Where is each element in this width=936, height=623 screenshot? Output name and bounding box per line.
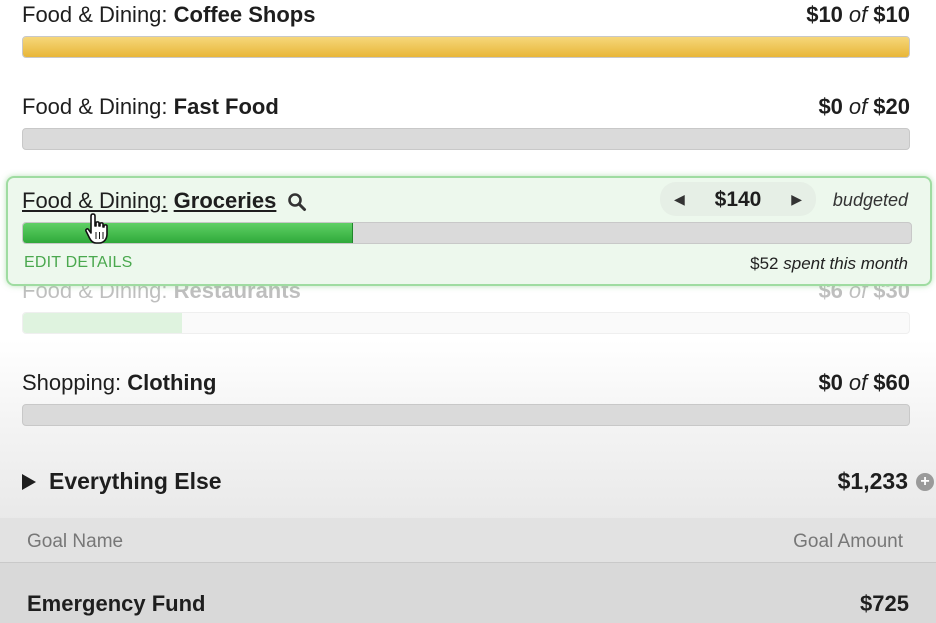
category-group: Food & Dining: bbox=[22, 94, 168, 119]
category-name[interactable]: Groceries bbox=[174, 188, 277, 213]
budget-amount: $0 of $60 bbox=[818, 370, 910, 396]
section-title[interactable]: Everything Else bbox=[49, 468, 222, 495]
category-group: Food & Dining: bbox=[22, 2, 168, 27]
budget-stepper[interactable]: ◀ $140 ▶ bbox=[660, 182, 816, 216]
everything-else-section[interactable]: Everything Else $1,233 + bbox=[22, 468, 936, 498]
budget-item-clothing[interactable]: Shopping: Clothing $0 of $60 bbox=[22, 368, 910, 428]
category-name: Fast Food bbox=[173, 94, 279, 119]
budget-item-fast-food[interactable]: Food & Dining: Fast Food $0 of $20 bbox=[22, 92, 910, 152]
category-name: Coffee Shops bbox=[173, 2, 316, 27]
spent-this-month: $52 spent this month bbox=[750, 254, 908, 274]
progress-bar bbox=[22, 312, 910, 334]
progress-fill bbox=[23, 37, 909, 57]
plus-circle-icon[interactable]: + bbox=[916, 473, 934, 491]
increase-arrow-icon[interactable]: ▶ bbox=[791, 191, 802, 208]
table-row[interactable]: Emergency Fund $725 bbox=[0, 563, 936, 623]
progress-bar bbox=[22, 222, 912, 244]
progress-fill bbox=[23, 223, 353, 243]
goal-amount: $725 bbox=[860, 591, 909, 616]
goal-name: Emergency Fund bbox=[27, 591, 206, 616]
category-name: Clothing bbox=[127, 370, 217, 395]
of-label: of bbox=[848, 370, 868, 395]
spent-value: $0 bbox=[818, 370, 843, 395]
spent-value: $0 bbox=[818, 94, 843, 119]
spent-value: $10 bbox=[806, 2, 843, 27]
category-group: Shopping: bbox=[22, 370, 122, 395]
budget-item-label: Food & Dining: Fast Food bbox=[22, 94, 279, 120]
column-header-goal-name[interactable]: Goal Name bbox=[27, 531, 123, 553]
budget-item-label: Shopping: Clothing bbox=[22, 370, 216, 396]
category-group[interactable]: Food & Dining: bbox=[22, 188, 168, 213]
of-label: of bbox=[848, 94, 868, 119]
progress-fill bbox=[23, 313, 183, 333]
spent-amount: $52 bbox=[750, 254, 779, 273]
goals-table-header: Goal Name Goal Amount bbox=[0, 518, 936, 563]
budgeted-label: budgeted bbox=[832, 190, 908, 210]
budget-value: $10 bbox=[873, 2, 910, 27]
expand-triangle-icon[interactable] bbox=[22, 474, 36, 490]
budget-value: $20 bbox=[873, 94, 910, 119]
progress-bar bbox=[22, 36, 910, 58]
magnifier-icon[interactable] bbox=[287, 192, 307, 212]
budget-item-coffee-shops[interactable]: Food & Dining: Coffee Shops $10 of $10 bbox=[22, 0, 910, 60]
edit-details-link[interactable]: EDIT DETAILS bbox=[24, 254, 133, 272]
budget-item-label: Food & Dining: Coffee Shops bbox=[22, 2, 315, 28]
column-header-goal-amount[interactable]: Goal Amount bbox=[793, 531, 903, 553]
hand-cursor-icon bbox=[85, 213, 108, 244]
budget-item-label[interactable]: Food & Dining: Groceries bbox=[22, 188, 307, 214]
budget-amount: $10 of $10 bbox=[806, 2, 910, 28]
spent-label: spent this month bbox=[783, 254, 908, 273]
budget-amount: $0 of $20 bbox=[818, 94, 910, 120]
progress-bar bbox=[22, 128, 910, 150]
budget-item-groceries-card[interactable]: Food & Dining: Groceries ◀ $140 ▶ budget… bbox=[6, 176, 932, 286]
budget-value: $60 bbox=[873, 370, 910, 395]
section-amount: $1,233 bbox=[837, 468, 908, 494]
of-label: of bbox=[848, 2, 868, 27]
progress-bar bbox=[22, 404, 910, 426]
